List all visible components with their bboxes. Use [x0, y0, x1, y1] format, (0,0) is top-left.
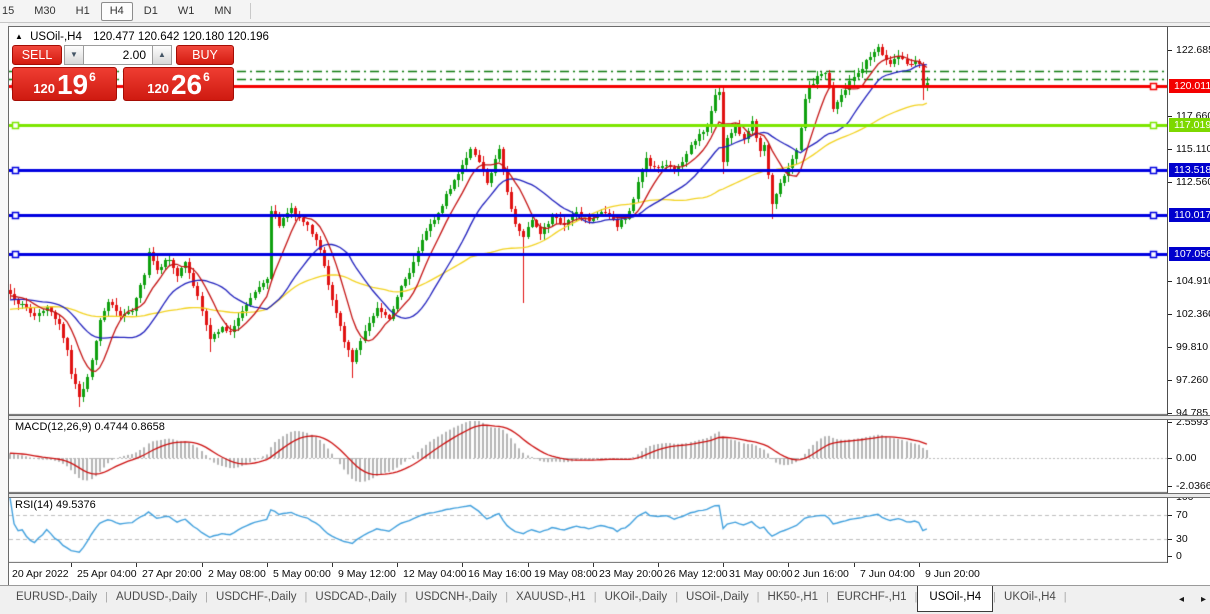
price-level-badge: 113.518	[1169, 163, 1210, 177]
rsi-axis-tick: 30	[1168, 533, 1188, 546]
price-axis-tick: 115.110	[1168, 143, 1210, 156]
chart-title: ▲ USOil-,H4 120.477 120.642 120.180 120.…	[15, 31, 269, 43]
time-axis-tickmark	[528, 563, 529, 567]
one-click-trade-panel: SELL ▼ 2.00 ▲ BUY 120 19 6 120 26 6	[12, 45, 234, 101]
tab-scroll-right-icon[interactable]: ▸	[1201, 594, 1206, 605]
chart-tab-HK50-H1[interactable]: HK50-,H1	[760, 586, 827, 614]
price-axis-tick: 104.910	[1168, 275, 1210, 288]
chart-tab-EURCHF-H1[interactable]: EURCHF-,H1	[829, 586, 915, 614]
time-axis-label: 23 May 20:00	[599, 568, 663, 580]
time-axis-label: 9 May 12:00	[338, 568, 396, 580]
price-axis-tick: 112.560	[1168, 176, 1210, 189]
sell-button[interactable]: SELL	[12, 45, 62, 65]
time-axis-label: 2 May 08:00	[208, 568, 266, 580]
rsi-indicator-label: RSI(14) 49.5376	[15, 499, 96, 511]
rsi-pane-separator[interactable]	[9, 493, 1210, 498]
time-axis-label: 27 Apr 20:00	[142, 568, 202, 580]
time-axis-label: 19 May 08:00	[534, 568, 598, 580]
price-axis[interactable]: 122.685117.660115.110112.560104.910102.3…	[1167, 27, 1210, 563]
time-axis-tickmark	[71, 563, 72, 567]
sell-price-display[interactable]: 120 19 6	[12, 67, 117, 101]
chart-tab-UKOil-H4[interactable]: UKOil-,H4	[996, 586, 1064, 614]
time-axis-tickmark	[332, 563, 333, 567]
time-axis-label: 2 Jun 16:00	[794, 568, 849, 580]
price-axis-tick: 97.260	[1168, 374, 1208, 387]
tab-separator: |	[1064, 586, 1067, 614]
chart-tab-USDCNH-Daily[interactable]: USDCNH-,Daily	[407, 586, 505, 614]
timeframe-button-15[interactable]: 15	[0, 2, 23, 21]
timeframe-button-D1[interactable]: D1	[135, 2, 167, 21]
sell-price-base: 120	[33, 81, 55, 96]
price-axis-tick: 122.685	[1168, 44, 1210, 57]
price-axis-tick: 99.810	[1168, 341, 1208, 354]
chart-tab-AUDUSD-Daily[interactable]: AUDUSD-,Daily	[108, 586, 205, 614]
rsi-axis-tick: 70	[1168, 509, 1188, 522]
sell-price-pip: 6	[89, 70, 96, 84]
chart-ohlc-values: 120.477 120.642 120.180 120.196	[93, 31, 269, 43]
time-axis-label: 9 Jun 20:00	[925, 568, 980, 580]
time-axis[interactable]: 20 Apr 2022 25 Apr 04:00 27 Apr 20:00 2 May…	[9, 563, 1210, 586]
toolbar-separator	[250, 3, 251, 19]
time-axis-tickmark	[267, 563, 268, 567]
macd-pane-canvas[interactable]	[9, 419, 1167, 493]
time-axis-label: 26 May 12:00	[664, 568, 728, 580]
workspace-left-margin	[0, 22, 8, 613]
time-axis-tickmark	[202, 563, 203, 567]
time-axis-tickmark	[723, 563, 724, 567]
chart-tab-USDCAD-Daily[interactable]: USDCAD-,Daily	[307, 586, 404, 614]
timeframe-button-M30[interactable]: M30	[25, 2, 64, 21]
chart-tab-USDCHF-Daily[interactable]: USDCHF-,Daily	[208, 586, 305, 614]
rsi-axis-tick: 0	[1168, 550, 1182, 563]
chart-tab-USOil-Daily[interactable]: USOil-,Daily	[678, 586, 757, 614]
time-axis-tickmark	[854, 563, 855, 567]
time-axis-tickmark	[397, 563, 398, 567]
volume-increase-button[interactable]: ▲	[152, 45, 172, 65]
time-axis-tickmark	[788, 563, 789, 567]
macd-axis-tick: 0.00	[1168, 452, 1196, 465]
time-axis-label: 31 May 00:00	[729, 568, 793, 580]
price-level-badge: 117.019	[1169, 118, 1210, 132]
chart-tab-XAUUSD-H1[interactable]: XAUUSD-,H1	[508, 586, 594, 614]
buy-price-base: 120	[147, 81, 169, 96]
tab-scroll-left-icon[interactable]: ◂	[1179, 594, 1184, 605]
collapse-triangle-icon[interactable]: ▲	[15, 32, 23, 41]
time-axis-label: 16 May 16:00	[468, 568, 532, 580]
time-axis-tickmark	[593, 563, 594, 567]
time-axis-label: 7 Jun 04:00	[860, 568, 915, 580]
buy-price-big: 26	[171, 70, 202, 100]
price-level-badge: 120.011	[1169, 79, 1210, 93]
time-axis-tickmark	[658, 563, 659, 567]
chart-symbol-label: USOil-,H4	[30, 31, 82, 43]
rsi-pane-canvas[interactable]	[9, 497, 1167, 563]
chart-tab-bar: EURUSD-,Daily|AUDUSD-,Daily|USDCHF-,Dail…	[0, 585, 1210, 614]
macd-indicator-label: MACD(12,26,9) 0.4744 0.8658	[15, 421, 165, 433]
chart-window: ▲ USOil-,H4 120.477 120.642 120.180 120.…	[8, 26, 1210, 586]
macd-pane-separator[interactable]	[9, 415, 1210, 420]
timeframe-button-H4[interactable]: H4	[101, 2, 133, 21]
time-axis-label: 5 May 00:00	[273, 568, 331, 580]
buy-price-pip: 6	[203, 70, 210, 84]
time-axis-label: 20 Apr 2022	[12, 568, 69, 580]
sell-price-big: 19	[57, 70, 88, 100]
chart-tab-UKOil-Daily[interactable]: UKOil-,Daily	[597, 586, 676, 614]
time-axis-label: 12 May 04:00	[403, 568, 467, 580]
buy-price-display[interactable]: 120 26 6	[123, 67, 234, 101]
timeframe-button-W1[interactable]: W1	[169, 2, 204, 21]
buy-button[interactable]: BUY	[176, 45, 234, 65]
price-axis-tick: 102.360	[1168, 308, 1210, 321]
volume-decrease-button[interactable]: ▼	[64, 45, 84, 65]
time-axis-tickmark	[462, 563, 463, 567]
chart-tab-USOil-H4[interactable]: USOil-,H4	[917, 586, 993, 612]
price-level-badge: 110.017	[1169, 208, 1210, 222]
time-axis-tickmark	[919, 563, 920, 567]
time-axis-label: 25 Apr 04:00	[77, 568, 137, 580]
timeframe-button-MN[interactable]: MN	[205, 2, 240, 21]
price-level-badge: 107.056	[1169, 247, 1210, 261]
volume-input[interactable]: 2.00	[84, 45, 152, 65]
chart-tab-EURUSD-Daily[interactable]: EURUSD-,Daily	[8, 586, 105, 614]
time-axis-tickmark	[136, 563, 137, 567]
timeframe-button-H1[interactable]: H1	[67, 2, 99, 21]
timeframe-toolbar: 15M30H1H4D1W1MN	[0, 0, 1210, 23]
